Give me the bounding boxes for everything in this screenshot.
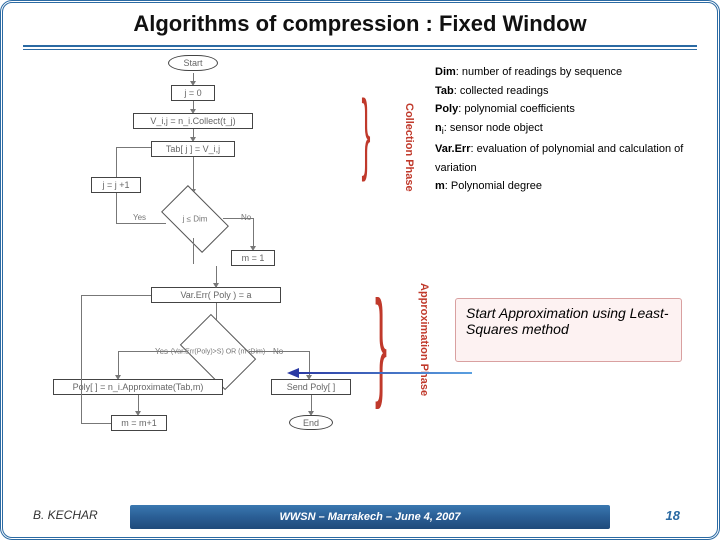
legend-tab-v: : collected readings xyxy=(454,85,549,97)
legend-ni-k: n xyxy=(435,122,442,134)
phase-approx-label: Approximation Phase xyxy=(418,283,430,396)
connector xyxy=(116,223,166,224)
node-send: Send Poly[ ] xyxy=(271,379,351,395)
connector xyxy=(223,218,253,219)
legend-m-k: m xyxy=(435,180,445,192)
legend-dim: Dim: number of readings by sequence xyxy=(435,63,685,82)
legend-var-k: Var.Err xyxy=(435,143,470,155)
title-rule-top xyxy=(23,45,697,47)
node-inc-j: j = j +1 xyxy=(91,177,141,193)
connector xyxy=(249,351,309,352)
node-varerr: Var.Err( Poly ) = a xyxy=(151,287,281,303)
node-store: Tab[ j ] = V_i,j xyxy=(151,141,235,157)
node-inc-m: m = m+1 xyxy=(111,415,167,431)
connector xyxy=(81,423,111,424)
arrow-icon xyxy=(213,283,219,288)
legend-varerr: Var.Err: evaluation of polynomial and ca… xyxy=(435,140,685,177)
connector xyxy=(116,147,151,148)
legend-poly: Poly: polynomial coefficients xyxy=(435,100,685,119)
approx-callout: Start Approximation using Least-Squares … xyxy=(455,298,682,362)
node-collect: V_i,j = n_i.Collect(t_j) xyxy=(133,113,253,129)
connector xyxy=(116,193,117,223)
footer: B. KECHAR WWSN – Marrakech – June 4, 200… xyxy=(15,505,705,529)
connector xyxy=(118,351,186,352)
legend: Dim: number of readings by sequence Tab:… xyxy=(435,63,685,196)
connector xyxy=(81,295,151,296)
approx-arrow xyxy=(287,368,472,378)
connector xyxy=(118,351,119,377)
node-end: End xyxy=(289,415,333,430)
node-init-j: j = 0 xyxy=(171,85,215,101)
footer-page: 18 xyxy=(666,508,680,523)
connector xyxy=(193,238,194,264)
legend-ni: ni: sensor node object xyxy=(435,119,685,140)
connector xyxy=(116,147,117,177)
phase-collection-label: Collection Phase xyxy=(403,103,415,192)
legend-ni-v: : sensor node object xyxy=(444,122,543,134)
brace-approx: } xyxy=(375,283,387,403)
node-start: Start xyxy=(168,55,218,71)
arrow-shaft xyxy=(297,372,472,374)
legend-poly-v: : polynomial coefficients xyxy=(458,103,575,115)
arrow-left-icon xyxy=(287,368,299,378)
cond-j-label: j ≤ Dim xyxy=(183,215,208,224)
slide-frame: Algorithms of compression : Fixed Window… xyxy=(0,0,720,540)
legend-tab-k: Tab xyxy=(435,85,454,97)
flowchart: Start j = 0 V_i,j = n_i.Collect(t_j) Tab… xyxy=(63,55,383,500)
connector xyxy=(193,157,194,191)
label-yes: Yes xyxy=(133,213,146,222)
node-approx: Poly[ ] = n_i.Approximate(Tab,m) xyxy=(53,379,223,395)
footer-author: B. KECHAR xyxy=(33,508,98,522)
connector xyxy=(81,295,82,423)
legend-var-v: : evaluation of polynomial and calculati… xyxy=(435,143,683,174)
node-init-m: m = 1 xyxy=(231,250,275,266)
slide-title: Algorithms of compression : Fixed Window xyxy=(3,11,717,37)
cond-m-label: (Var.Err(Poly)>S) OR (m<Dim) xyxy=(171,349,265,356)
footer-conference: WWSN – Marrakech – June 4, 2007 xyxy=(130,505,610,529)
node-cond-j: j ≤ Dim xyxy=(161,185,229,253)
brace-collection: } xyxy=(362,88,371,178)
legend-m-v: : Polynomial degree xyxy=(445,180,542,192)
connector xyxy=(253,218,254,248)
legend-m: m: Polynomial degree xyxy=(435,177,685,196)
legend-dim-k: Dim xyxy=(435,66,456,78)
legend-dim-v: : number of readings by sequence xyxy=(456,66,622,78)
legend-tab: Tab: collected readings xyxy=(435,82,685,101)
title-rule-bottom xyxy=(23,49,697,50)
legend-poly-k: Poly xyxy=(435,103,458,115)
